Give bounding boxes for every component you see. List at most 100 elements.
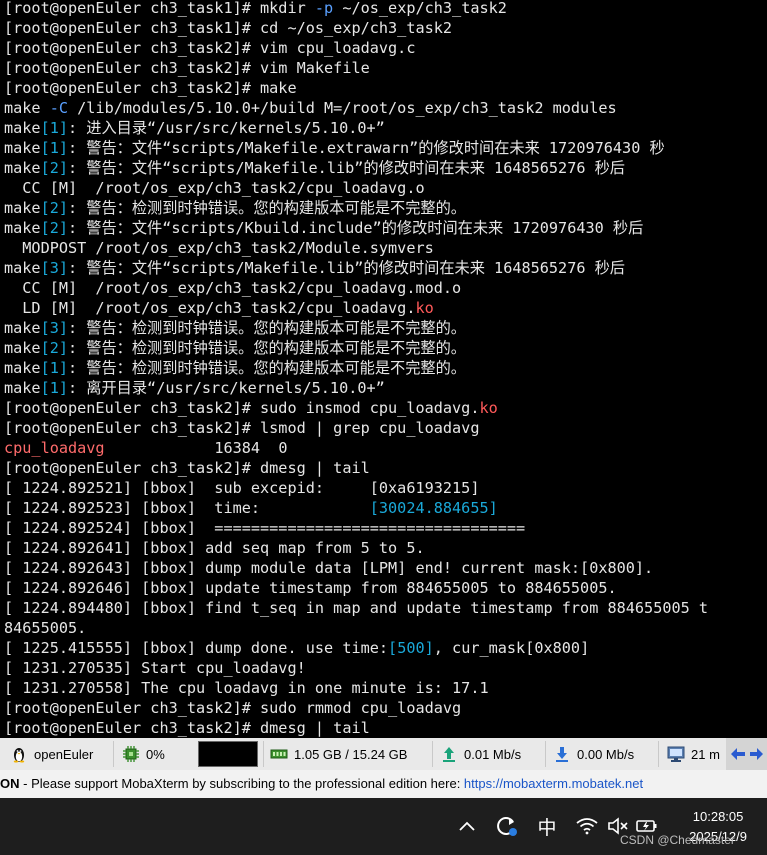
terminal-text: [root@openEuler ch3_task2]# dmesg | tail — [4, 459, 370, 477]
terminal-text: -p — [314, 0, 334, 17]
terminal-line: [root@openEuler ch3_task2]# vim Makefile — [4, 58, 370, 78]
terminal-text: CC [M] /root/os_exp/ch3_task2/cpu_loadav… — [4, 279, 462, 297]
sync-icon[interactable] — [494, 814, 520, 838]
memory-usage: 1.05 GB / 15.24 GB — [294, 746, 408, 762]
terminal-text: [ 1224.892643] [bbox] dump module data [… — [4, 559, 654, 577]
terminal-text: make — [4, 119, 41, 137]
terminal-text: MODPOST /root/os_exp/ch3_task2/Module.sy… — [4, 239, 434, 257]
terminal-line: [ 1224.892641] [bbox] add seq map from 5… — [4, 538, 425, 558]
terminal-line: LD [M] /root/os_exp/ch3_task2/cpu_loadav… — [4, 298, 434, 318]
terminal-text: [2] — [40, 339, 69, 357]
terminal-line: [root@openEuler ch3_task1]# cd ~/os_exp/… — [4, 18, 452, 38]
memory-status: 1.05 GB / 15.24 GB — [270, 742, 407, 766]
status-divider — [658, 741, 659, 767]
uptime-status: 21 m — [667, 742, 720, 766]
terminal-line: make[1]: 警告：文件“scripts/Makefile.extrawar… — [4, 138, 665, 158]
terminal-line: CC [M] /root/os_exp/ch3_task2/cpu_loadav… — [4, 178, 425, 198]
download-rate: 0.00 Mb/s — [577, 746, 635, 762]
terminal-line: cpu_loadavg 16384 0 — [4, 438, 287, 458]
terminal-text: make — [4, 339, 41, 357]
terminal-line: [ 1224.892524] [bbox] ==================… — [4, 518, 525, 538]
os-status: openEuler — [10, 742, 93, 766]
ime-indicator[interactable]: 中 — [535, 814, 559, 839]
status-divider — [545, 741, 546, 767]
os-name: openEuler — [34, 746, 94, 762]
arrow-left-icon[interactable] — [730, 747, 746, 761]
terminal-text: make — [4, 259, 41, 277]
terminal-line: [root@openEuler ch3_task2]# vim cpu_load… — [4, 38, 415, 58]
terminal-text: [1] — [40, 139, 69, 157]
terminal-line: [root@openEuler ch3_task2]# lsmod | grep… — [4, 418, 479, 438]
terminal-text: : 警告：文件“scripts/Makefile.extrawarn”的修改时间… — [68, 139, 665, 157]
terminal-text: : 警告：检测到时钟错误。您的构建版本可能是不完整的。 — [68, 319, 466, 337]
terminal-line: CC [M] /root/os_exp/ch3_task2/cpu_loadav… — [4, 278, 461, 298]
terminal-line: 84655005. — [4, 618, 86, 638]
terminal-text: [ 1224.892641] [bbox] add seq map from 5… — [4, 539, 425, 557]
terminal-output[interactable]: [root@openEuler ch3_task1]# mkdir -p ~/o… — [0, 0, 767, 738]
terminal-line: [root@openEuler ch3_task2]# dmesg | tail — [4, 458, 370, 478]
terminal-text: CC [M] /root/os_exp/ch3_task2/cpu_loadav… — [4, 179, 425, 197]
terminal-text: [root@openEuler ch3_task2]# make — [4, 79, 297, 97]
terminal-text: ~/os_exp/ch3_task2 — [333, 0, 507, 17]
terminal-text: : 警告：检测到时钟错误。您的构建版本可能是不完整的。 — [68, 199, 466, 217]
monitor-icon — [667, 745, 685, 763]
terminal-line: [root@openEuler ch3_task2]# sudo rmmod c… — [4, 698, 461, 718]
banner-brand: ON — [0, 776, 20, 791]
terminal-text: [root@openEuler ch3_task2]# sudo rmmod c… — [4, 699, 462, 717]
terminal-line: [root@openEuler ch3_task2]# dmesg | tail — [4, 718, 370, 738]
terminal-line: make[2]: 警告：文件“scripts/Kbuild.include”的修… — [4, 218, 643, 238]
terminal-text: : 警告：检测到时钟错误。您的构建版本可能是不完整的。 — [68, 339, 466, 357]
wifi-icon[interactable] — [575, 814, 599, 838]
terminal-line: make[2]: 警告：检测到时钟错误。您的构建版本可能是不完整的。 — [4, 198, 466, 218]
terminal-line: make[2]: 警告：文件“scripts/Makefile.lib”的修改时… — [4, 158, 625, 178]
terminal-text: [30024.884655] — [369, 499, 498, 517]
terminal-text: make — [4, 159, 41, 177]
terminal-line: [ 1225.415555] [bbox] dump done. use tim… — [4, 638, 589, 658]
terminal-text: [root@openEuler ch3_task2]# vim cpu_load… — [4, 39, 416, 57]
chevron-up-icon[interactable] — [456, 814, 478, 838]
penguin-icon — [10, 745, 28, 763]
status-divider — [113, 741, 114, 767]
terminal-text: [root@openEuler ch3_task2]# vim Makefile — [4, 59, 370, 77]
terminal-text: make — [4, 199, 41, 217]
cpu-icon — [122, 745, 140, 763]
arrow-right-icon[interactable] — [750, 747, 764, 761]
terminal-line: [ 1224.892643] [bbox] dump module data [… — [4, 558, 653, 578]
terminal-line: [ 1224.894480] [bbox] find t_seq in map … — [4, 598, 708, 618]
terminal-line: MODPOST /root/os_exp/ch3_task2/Module.sy… — [4, 238, 434, 258]
terminal-text: : 警告：检测到时钟错误。您的构建版本可能是不完整的。 — [68, 359, 466, 377]
terminal-text: [root@openEuler ch3_task1]# cd ~/os_exp/… — [4, 19, 453, 37]
upload-status: 0.01 Mb/s — [440, 742, 521, 766]
terminal-text: : 离开目录“/usr/src/kernels/5.10.0+” — [68, 379, 385, 397]
terminal-text: [2] — [40, 219, 69, 237]
terminal-text: [3] — [40, 319, 69, 337]
terminal-text: : 警告：文件“scripts/Makefile.lib”的修改时间在未来 16… — [68, 159, 625, 177]
cpu-status: 0% — [122, 742, 165, 766]
terminal-line: [ 1224.892646] [bbox] update timestamp f… — [4, 578, 617, 598]
terminal-text: [ 1224.892646] [bbox] update timestamp f… — [4, 579, 617, 597]
terminal-text: [2] — [40, 199, 69, 217]
download-arrow-icon — [553, 745, 571, 763]
terminal-text: [ 1225.415555] [bbox] dump done. use tim… — [4, 639, 389, 657]
terminal-text: , cur_mask[0x800] — [433, 639, 590, 657]
terminal-text: 16384 0 — [104, 439, 288, 457]
terminal-line: make[3]: 警告：文件“scripts/Makefile.lib”的修改时… — [4, 258, 625, 278]
terminal-text: ko — [415, 299, 434, 317]
terminal-line: [ 1231.270558] The cpu loadavg in one mi… — [4, 678, 489, 698]
terminal-line: [ 1224.892521] [bbox] sub excepid: [0xa6… — [4, 478, 479, 498]
banner-link[interactable]: https://mobaxterm.mobatek.net — [464, 776, 643, 791]
terminal-text: [3] — [40, 259, 69, 277]
terminal-text: [2] — [40, 159, 69, 177]
status-nav — [726, 738, 767, 770]
terminal-text: [ 1224.892524] [bbox] ==================… — [4, 519, 526, 537]
terminal-text: /lib/modules/5.10.0+/build M=/root/os_ex… — [68, 99, 617, 117]
subscription-banner: ON - Please support MobaXterm by subscri… — [0, 770, 767, 798]
banner-message: Please support MobaXterm by subscribing … — [31, 776, 464, 791]
terminal-text: make — [4, 379, 41, 397]
terminal-text: [ 1224.894480] [bbox] find t_seq in map … — [4, 599, 709, 617]
terminal-line: [ 1224.892523] [bbox] time: [30024.88465… — [4, 498, 498, 518]
clock-time: 10:28:05 — [692, 809, 744, 824]
terminal-text: [root@openEuler ch3_task1]# mkdir — [4, 0, 315, 17]
upload-arrow-icon — [440, 745, 458, 763]
terminal-text: [root@openEuler ch3_task2]# lsmod | grep… — [4, 419, 480, 437]
